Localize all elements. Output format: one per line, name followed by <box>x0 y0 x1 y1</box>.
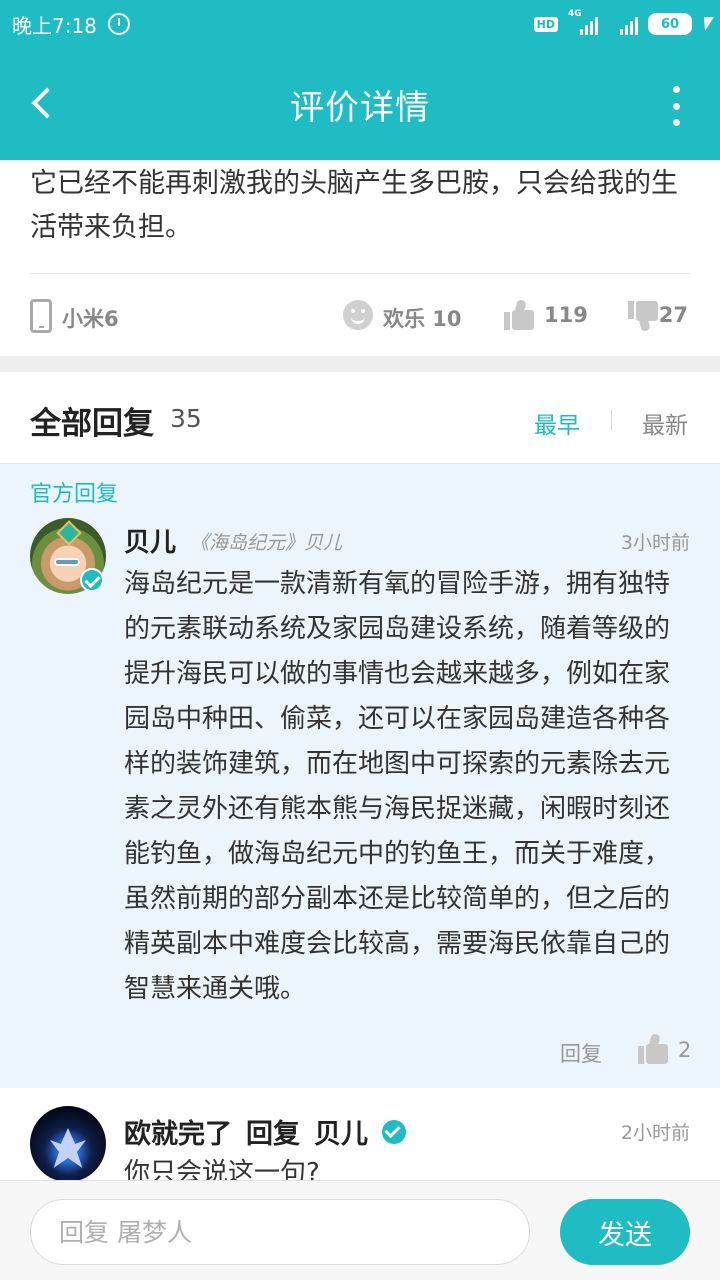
reply-time: 3小时前 <box>620 532 690 554</box>
reply-author-name[interactable]: 贝儿 <box>124 522 176 559</box>
cellular-signal-4g-icon: 4G <box>568 9 598 35</box>
review-meta: 小米6 欢乐 10 119 27 <box>30 296 690 336</box>
battery-icon: 60 <box>648 13 692 35</box>
nested-reply-action: 回复 <box>246 1119 300 1150</box>
avatar[interactable] <box>30 1106 106 1182</box>
smile-icon[interactable] <box>343 300 373 330</box>
app-toolbar: 评价详情 <box>0 48 720 160</box>
nested-reply-time: 2小时前 <box>620 1122 690 1144</box>
reply-content: 海岛纪元是一款清新有氧的冒险手游，拥有独特的元素联动系统及家园岛建设系统，随着等… <box>124 569 671 1004</box>
status-indicators: HD 4G 60 <box>533 9 714 38</box>
verified-badge-icon <box>382 1119 406 1144</box>
sort-earliest-tab[interactable]: 最早 <box>534 406 580 440</box>
replies-count: 35 <box>170 404 202 433</box>
hd-icon: HD <box>533 16 558 32</box>
replies-header: 全部回复 35 最早 最新 <box>0 372 720 464</box>
replies-title: 全部回复 <box>30 406 154 442</box>
cellular-signal-icon <box>608 13 638 35</box>
nested-reply-header: 欧就完了 回复 贝儿 <box>124 1112 406 1151</box>
review-divider <box>30 273 690 274</box>
official-reply-tag: 官方回复 <box>30 482 119 507</box>
nested-reply-target[interactable]: 贝儿 <box>314 1112 368 1151</box>
author-game-tag: 《海岛纪元》贝儿 <box>190 532 343 554</box>
alarm-clock-icon <box>108 13 130 35</box>
sort-divider <box>611 410 612 430</box>
dislike-count[interactable]: 27 <box>659 303 688 327</box>
nested-reply: 欧就完了 回复 贝儿 2小时前 你只会说这一句? <box>0 1088 720 1184</box>
thumbs-up-icon[interactable] <box>504 299 534 330</box>
charging-bolt-icon <box>700 17 714 31</box>
phone-icon <box>30 299 52 333</box>
review-text: 它已经不能再刺激我的头脑产生多巴胺，只会给我的生活带来负担。 <box>30 168 678 243</box>
thumbs-down-icon[interactable] <box>628 301 658 332</box>
page-title: 评价详情 <box>290 88 430 128</box>
nested-reply-author[interactable]: 欧就完了 <box>124 1112 232 1151</box>
reply-like-count[interactable]: 2 <box>678 1038 691 1062</box>
send-button[interactable]: 发送 <box>560 1199 690 1265</box>
official-reply: 官方回复 贝儿 《海岛纪元》贝儿 3小时前 海岛纪元是一款清新有氧的冒险手游，拥… <box>0 464 720 1088</box>
like-count[interactable]: 119 <box>544 303 588 327</box>
device-label: 小米6 <box>62 307 119 331</box>
verified-badge-icon <box>80 568 104 592</box>
reply-button[interactable]: 回复 <box>560 1038 602 1068</box>
reply-input[interactable] <box>30 1199 530 1265</box>
sort-newest-tab[interactable]: 最新 <box>642 406 688 440</box>
status-time: 晚上7:18 <box>12 14 97 38</box>
more-options-icon[interactable] <box>668 84 684 128</box>
status-bar: 晚上7:18 HD 4G 60 <box>0 0 720 48</box>
section-gap <box>0 356 720 372</box>
mood-label[interactable]: 欢乐 10 <box>383 303 462 333</box>
review-card: 它已经不能再刺激我的头脑产生多巴胺，只会给我的生活带来负担。 小米6 欢乐 10… <box>0 160 720 356</box>
thumbs-up-icon[interactable] <box>638 1033 668 1064</box>
reply-input-bar: 发送 <box>0 1180 720 1280</box>
